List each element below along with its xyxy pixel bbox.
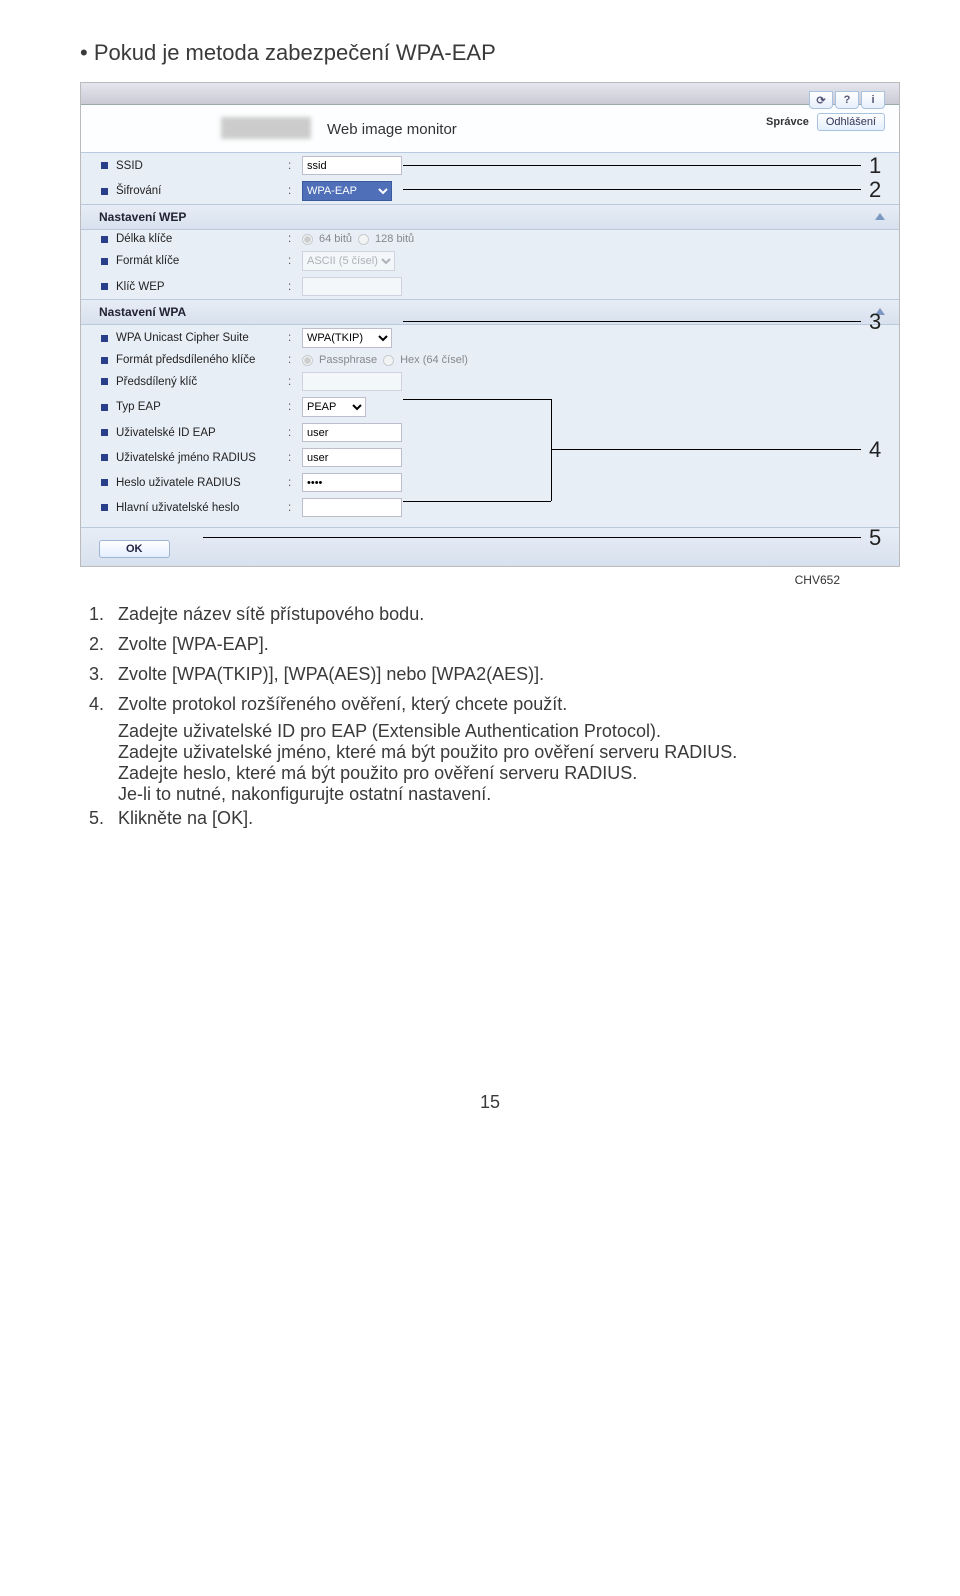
square-bullet-icon [101, 236, 108, 243]
hesloradius-input[interactable] [302, 473, 402, 492]
window-titlebar [81, 83, 899, 105]
row-format-klice: Formát klíče : ASCII (5 čísel) [81, 248, 899, 274]
formatpred-radio-pass[interactable] [302, 355, 313, 366]
hlavniheslo-label: Hlavní uživatelské heslo [116, 502, 288, 514]
delka-radio-128[interactable] [358, 234, 369, 245]
uzivjmradius-label: Uživatelské jméno RADIUS [116, 452, 288, 464]
square-bullet-icon [101, 188, 108, 195]
square-bullet-icon [101, 335, 108, 342]
logout-button[interactable]: Odhlášení [817, 113, 885, 131]
ssid-input[interactable] [302, 156, 402, 175]
row-uzivideap: Uživatelské ID EAP : [81, 420, 899, 445]
instructions-list-2: 5.Klikněte na [OK]. [80, 805, 900, 833]
instr-3: Zvolte [WPA(TKIP)], [WPA(AES)] nebo [WPA… [118, 661, 544, 689]
instr-4a: Zadejte uživatelské ID pro EAP (Extensib… [80, 721, 900, 742]
format-klice-label: Formát klíče [116, 255, 288, 267]
page-number: 15 [80, 1092, 900, 1113]
instr-2: Zvolte [WPA-EAP]. [118, 631, 269, 659]
app-header: ⟳ ? i Web image monitor Správce Odhlášen… [81, 105, 899, 153]
bullet-title: Pokud je metoda zabezpečení WPA-EAP [80, 40, 900, 66]
row-typeap: Typ EAP : PEAP [81, 394, 899, 420]
role-label: Správce [766, 116, 809, 128]
row-sifrovani: Šifrování : WPA-EAP [81, 178, 899, 204]
square-bullet-icon [101, 429, 108, 436]
row-hlavniheslo: Hlavní uživatelské heslo : [81, 495, 899, 527]
delka-opt2: 128 bitů [375, 233, 414, 245]
formatpred-opt2: Hex (64 čísel) [400, 354, 468, 366]
instr-1: Zadejte název sítě přístupového bodu. [118, 601, 424, 629]
klic-wep-input[interactable] [302, 277, 402, 296]
form-area: SSID : Šifrování : WPA-EAP Nastavení WEP [81, 153, 899, 566]
ssid-label: SSID [116, 160, 288, 172]
row-cipher: WPA Unicast Cipher Suite : WPA(TKIP) [81, 325, 899, 351]
uzivideap-label: Uživatelské ID EAP [116, 427, 288, 439]
square-bullet-icon [101, 283, 108, 290]
instr-4d: Je-li to nutné, nakonfigurujte ostatní n… [80, 784, 900, 805]
cipher-select[interactable]: WPA(TKIP) [302, 328, 392, 348]
uzivideap-input[interactable] [302, 423, 402, 442]
info-icon[interactable]: i [861, 91, 885, 109]
predsdileny-label: Předsdílený klíč [116, 376, 288, 388]
delka-label: Délka klíče [116, 233, 288, 245]
cipher-label: WPA Unicast Cipher Suite [116, 332, 288, 344]
square-bullet-icon [101, 404, 108, 411]
refresh-icon[interactable]: ⟳ [809, 91, 833, 109]
formatpred-radio-hex[interactable] [383, 355, 394, 366]
instr-4c: Zadejte heslo, které má být použito pro … [80, 763, 900, 784]
square-bullet-icon [101, 479, 108, 486]
instructions-list: 1.Zadejte název sítě přístupového bodu. … [80, 601, 900, 719]
sifrovani-select[interactable]: WPA-EAP [302, 181, 392, 201]
ok-bar: OK [81, 527, 899, 566]
sifrovani-label: Šifrování [116, 185, 288, 197]
row-uzivjmradius: Uživatelské jméno RADIUS : [81, 445, 899, 470]
predsdileny-input[interactable] [302, 372, 402, 391]
square-bullet-icon [101, 454, 108, 461]
section-wep[interactable]: Nastavení WEP [81, 204, 899, 230]
square-bullet-icon [101, 162, 108, 169]
help-icon[interactable]: ? [835, 91, 859, 109]
square-bullet-icon [101, 504, 108, 511]
screenshot: ⟳ ? i Web image monitor Správce Odhlášen… [80, 82, 900, 567]
instr-4: Zvolte protokol rozšířeného ověření, kte… [118, 691, 567, 719]
collapse-icon [875, 308, 885, 315]
app-title: Web image monitor [327, 121, 457, 138]
square-bullet-icon [101, 357, 108, 364]
uzivjmradius-input[interactable] [302, 448, 402, 467]
format-klice-select[interactable]: ASCII (5 čísel) [302, 251, 395, 271]
row-hesloradius: Heslo uživatele RADIUS : [81, 470, 899, 495]
row-klic-wep: Klíč WEP : [81, 274, 899, 299]
instr-4b: Zadejte uživatelské jméno, které má být … [80, 742, 900, 763]
hlavniheslo-input[interactable] [302, 498, 402, 517]
delka-opt1: 64 bitů [319, 233, 352, 245]
reference-code: CHV652 [80, 573, 900, 587]
format-pred-label: Formát předsdíleného klíče [116, 354, 288, 366]
hesloradius-label: Heslo uživatele RADIUS [116, 477, 288, 489]
square-bullet-icon [101, 258, 108, 265]
klic-wep-label: Klíč WEP [116, 281, 288, 293]
formatpred-opt1: Passphrase [319, 354, 377, 366]
collapse-icon [875, 213, 885, 220]
row-delka: Délka klíče : 64 bitů 128 bitů [81, 230, 899, 248]
row-predsdileny: Předsdílený klíč : [81, 369, 899, 394]
row-ssid: SSID : [81, 153, 899, 178]
instr-5: Klikněte na [OK]. [118, 805, 253, 833]
ok-button[interactable]: OK [99, 540, 170, 558]
row-format-pred: Formát předsdíleného klíče : Passphrase … [81, 351, 899, 369]
typeap-select[interactable]: PEAP [302, 397, 366, 417]
delka-radio-64[interactable] [302, 234, 313, 245]
typeap-label: Typ EAP [116, 401, 288, 413]
square-bullet-icon [101, 378, 108, 385]
section-wpa[interactable]: Nastavení WPA [81, 299, 899, 325]
blurred-logo [221, 117, 311, 139]
